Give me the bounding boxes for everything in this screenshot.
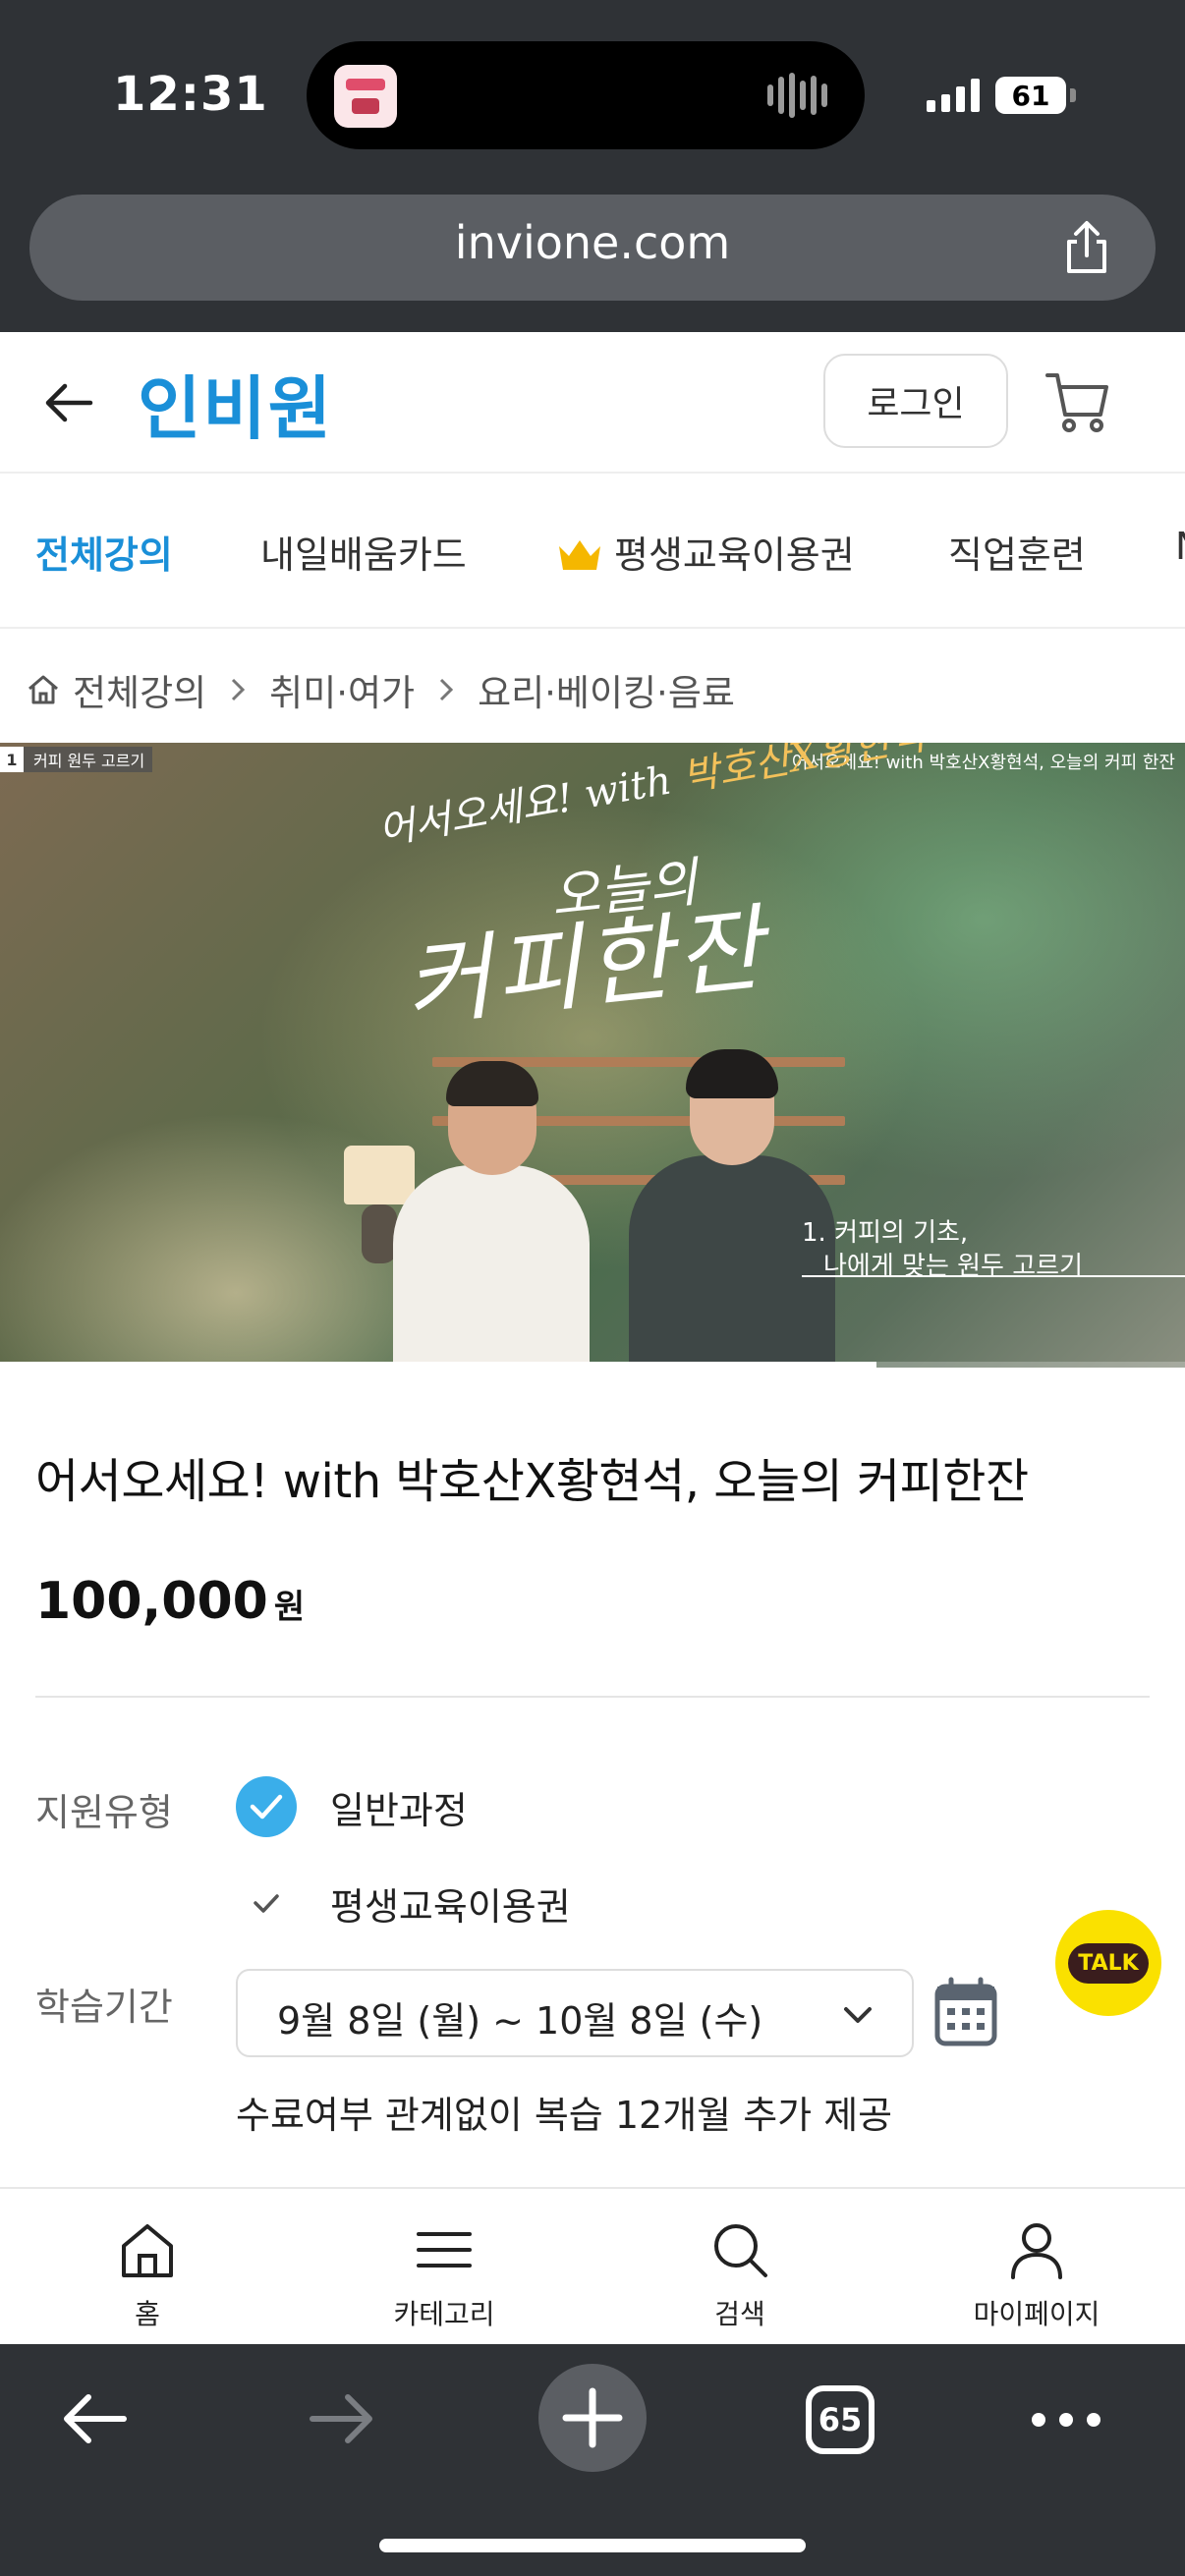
breadcrumb-item[interactable]: 요리·베이킹·음료 [478, 663, 735, 716]
menu-icon [417, 2232, 472, 2268]
option-lifelong-voucher[interactable]: 평생교육이용권 [236, 1873, 571, 1933]
host-person-left [393, 1061, 590, 1368]
course-title: 어서오세요! with 박호산X황현석, 오늘의 커피한잔 [35, 1454, 1029, 1509]
home-indicator [379, 2539, 806, 2552]
tab-lifelong-education-voucher[interactable]: 평생교육이용권 [555, 525, 855, 579]
share-icon[interactable] [1057, 218, 1116, 277]
cart-icon[interactable] [1044, 367, 1112, 436]
breadcrumb: 전체강의 취미·여가 요리·베이킹·음료 [26, 660, 735, 719]
study-period-value: 9월 8일 (월) ~ 10월 8일 (수) [277, 1999, 763, 2043]
site-header: 인비원 로그인 [0, 332, 1185, 474]
tab-label: 평생교육이용권 [614, 533, 855, 577]
calendar-icon[interactable] [933, 1977, 998, 2047]
option-label: 일반과정 [330, 1788, 468, 1832]
video-progress-fill [0, 1362, 877, 1368]
search-icon [714, 2224, 767, 2277]
crown-icon [559, 540, 600, 570]
battery-indicator: 61 [995, 77, 1066, 114]
app-bottom-nav: 홈 카테고리 검색 마이페이지 [0, 2187, 1185, 2344]
audio-waveform-icon [767, 73, 827, 118]
review-period-note: 수료여부 관계없이 복습 12개월 추가 제공 [236, 2094, 893, 2137]
nav-category[interactable]: 카테고리 [346, 2218, 542, 2332]
nav-search[interactable]: 검색 [642, 2218, 838, 2332]
battery-cap [1070, 88, 1076, 102]
video-title-script-line: 어서오세요! with 박호산X황현석 [374, 743, 929, 855]
kakao-talk-label: TALK [1068, 1942, 1149, 1984]
home-icon[interactable] [26, 672, 61, 707]
status-time: 12:31 [113, 67, 268, 122]
support-type-label: 지원유형 [35, 1791, 173, 1834]
chapter-chip-text: 커피 원두 고르기 [33, 752, 145, 770]
lamp-base [362, 1204, 397, 1263]
category-tabs: 전체강의 내일배움카드 평생교육이용권 직업훈련 N [0, 476, 1185, 629]
plus-icon [562, 2387, 623, 2448]
divider [35, 1696, 1150, 1698]
chevron-right-icon [232, 678, 246, 701]
now-playing-app-icon [334, 65, 397, 128]
kakao-talk-button[interactable]: TALK [1055, 1910, 1161, 2016]
new-tab-button[interactable] [538, 2364, 647, 2472]
login-button[interactable]: 로그인 [823, 354, 1008, 448]
chevron-down-icon [844, 2007, 872, 2023]
video-progress-bar[interactable] [0, 1362, 1185, 1368]
checkbox-unchecked-icon[interactable] [236, 1873, 297, 1933]
more-icon[interactable] [1032, 2413, 1100, 2427]
chevron-right-icon [440, 678, 454, 701]
study-period-label: 학습기간 [35, 1986, 173, 2029]
dynamic-island [307, 41, 865, 149]
chapter-chip: 1 커피 원두 고르기 [0, 747, 153, 772]
tab-next-partial[interactable]: N [1175, 525, 1185, 568]
video-subtitle: 1. 커피의 기초, 나에게 맞는 원두 고르기 [802, 1218, 1083, 1281]
browser-chrome-top: 12:31 61 invione.com [0, 0, 1185, 332]
tab-all-courses[interactable]: 전체강의 [35, 525, 173, 579]
person-icon [1011, 2223, 1062, 2279]
tab-switcher-button[interactable]: 65 [806, 2385, 875, 2454]
breadcrumb-item[interactable]: 취미·여가 [269, 663, 415, 716]
study-period-select[interactable]: 9월 8일 (월) ~ 10월 8일 (수) [236, 1969, 914, 2057]
course-video-thumbnail[interactable]: 1 커피 원두 고르기 어서오세요! with 박호산X황현석, 오늘의 커피 … [0, 743, 1185, 1368]
option-general-course[interactable]: 일반과정 [236, 1776, 468, 1837]
nav-home[interactable]: 홈 [49, 2218, 246, 2332]
subtitle-underline [802, 1275, 1185, 1277]
option-label: 평생교육이용권 [330, 1884, 571, 1929]
back-arrow-icon[interactable] [39, 373, 98, 432]
browser-back-icon[interactable] [59, 2380, 130, 2458]
course-price: 100,000 원 [35, 1572, 306, 1631]
checkbox-checked-icon[interactable] [236, 1776, 297, 1837]
chapter-number: 1 [0, 747, 24, 772]
video-title-script-big: 커피한잔 [399, 892, 772, 1040]
browser-forward-icon[interactable] [307, 2380, 377, 2458]
address-bar[interactable]: invione.com [29, 195, 1156, 301]
site-logo[interactable]: 인비원 [138, 354, 333, 453]
tab-tomorrow-learning-card[interactable]: 내일배움카드 [260, 525, 467, 579]
breadcrumb-item[interactable]: 전체강의 [73, 663, 206, 716]
cellular-signal-icon [927, 77, 980, 112]
tab-vocational-training[interactable]: 직업훈련 [948, 525, 1086, 579]
host-person-right [629, 1049, 835, 1368]
home-icon [122, 2224, 173, 2277]
nav-mypage[interactable]: 마이페이지 [938, 2218, 1135, 2332]
url-text[interactable]: invione.com [29, 216, 1156, 269]
